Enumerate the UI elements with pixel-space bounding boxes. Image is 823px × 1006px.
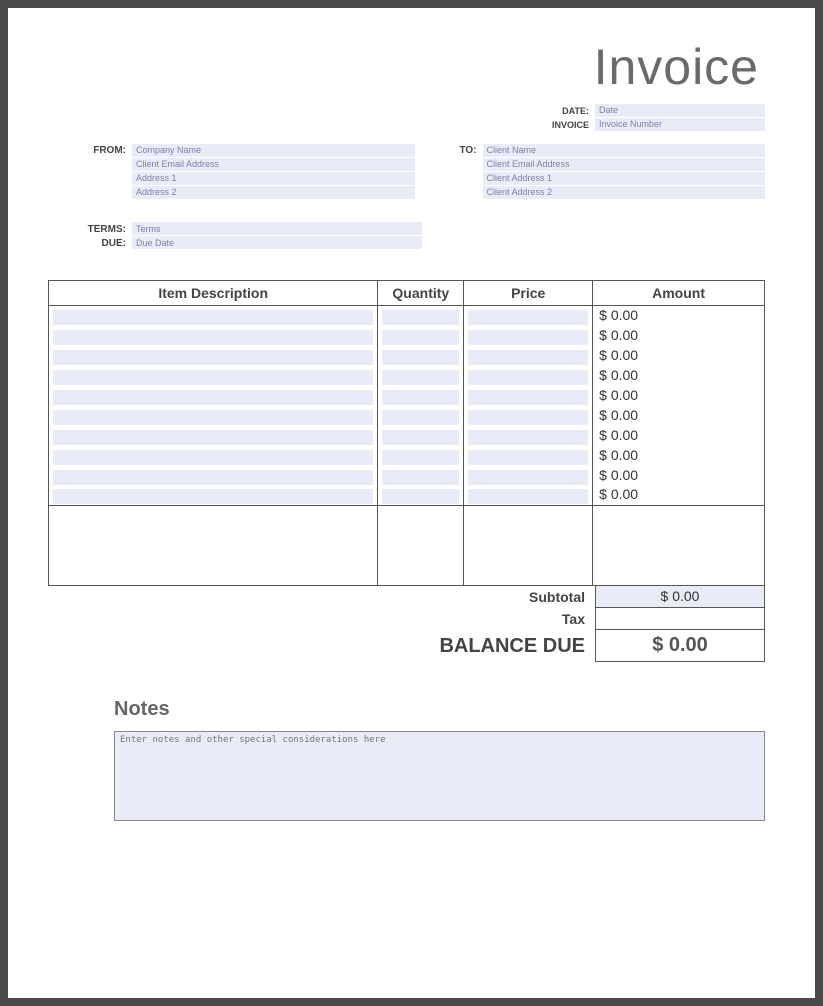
due-label: DUE: — [84, 238, 132, 249]
desc-input[interactable] — [53, 430, 373, 445]
date-input[interactable] — [595, 104, 765, 117]
table-header-row: Item Description Quantity Price Amount — [49, 281, 765, 306]
table-row: $ 0.00 — [49, 486, 765, 506]
price-input[interactable] — [468, 330, 588, 345]
qty-input[interactable] — [382, 489, 459, 504]
invoice-number-input[interactable] — [595, 118, 765, 131]
table-row: $ 0.00 — [49, 406, 765, 426]
price-input[interactable] — [468, 489, 588, 504]
table-row: $ 0.00 — [49, 386, 765, 406]
amount-value: $ 0.00 — [597, 486, 638, 502]
notes-textarea[interactable] — [114, 731, 765, 821]
qty-input[interactable] — [382, 450, 459, 465]
to-name-input[interactable] — [483, 144, 766, 157]
amount-value: $ 0.00 — [597, 327, 638, 343]
table-row: $ 0.00 — [49, 366, 765, 386]
header-qty: Quantity — [378, 281, 464, 306]
price-input[interactable] — [468, 470, 588, 485]
to-column: TO: — [435, 144, 766, 200]
terms-section: TERMS: DUE: — [84, 222, 765, 250]
from-column: FROM: — [84, 144, 415, 200]
qty-input[interactable] — [382, 390, 459, 405]
price-input[interactable] — [468, 450, 588, 465]
parties-section: FROM: TO: — [58, 144, 765, 200]
amount-value: $ 0.00 — [597, 387, 638, 403]
terms-label: TERMS: — [84, 224, 132, 235]
price-input[interactable] — [468, 390, 588, 405]
price-input[interactable] — [468, 430, 588, 445]
items-table: Item Description Quantity Price Amount $… — [48, 280, 765, 586]
desc-input[interactable] — [53, 370, 373, 385]
table-row: $ 0.00 — [49, 326, 765, 346]
desc-input[interactable] — [53, 470, 373, 485]
amount-value: $ 0.00 — [597, 467, 638, 483]
table-row: $ 0.00 — [49, 306, 765, 326]
tax-value[interactable] — [595, 608, 765, 630]
qty-input[interactable] — [382, 470, 459, 485]
invoice-page: Invoice DATE: INVOICE FROM: TO: — [8, 8, 815, 998]
price-input[interactable] — [468, 350, 588, 365]
price-input[interactable] — [468, 370, 588, 385]
totals-section: Subtotal $ 0.00 Tax BALANCE DUE $ 0.00 — [405, 586, 765, 662]
table-row: $ 0.00 — [49, 346, 765, 366]
from-email-input[interactable] — [132, 158, 415, 171]
amount-value: $ 0.00 — [597, 367, 638, 383]
price-input[interactable] — [468, 310, 588, 325]
from-company-input[interactable] — [132, 144, 415, 157]
subtotal-value: $ 0.00 — [595, 586, 765, 608]
to-addr1-input[interactable] — [483, 172, 766, 185]
desc-input[interactable] — [53, 410, 373, 425]
tax-input[interactable] — [596, 610, 764, 631]
amount-value: $ 0.00 — [597, 427, 638, 443]
from-label: FROM: — [84, 144, 132, 200]
amount-value: $ 0.00 — [597, 307, 638, 323]
header-desc: Item Description — [49, 281, 378, 306]
table-row: $ 0.00 — [49, 446, 765, 466]
from-addr2-input[interactable] — [132, 186, 415, 199]
desc-input[interactable] — [53, 450, 373, 465]
qty-input[interactable] — [382, 330, 459, 345]
from-addr1-input[interactable] — [132, 172, 415, 185]
tax-label: Tax — [405, 611, 595, 627]
table-row: $ 0.00 — [49, 466, 765, 486]
invoice-meta: DATE: INVOICE — [58, 104, 765, 132]
qty-input[interactable] — [382, 410, 459, 425]
desc-input[interactable] — [53, 390, 373, 405]
balance-value: $ 0.00 — [595, 630, 765, 662]
date-label: DATE: — [525, 106, 595, 116]
qty-input[interactable] — [382, 310, 459, 325]
amount-value: $ 0.00 — [597, 407, 638, 423]
subtotal-label: Subtotal — [405, 589, 595, 605]
table-row — [49, 506, 765, 546]
to-email-input[interactable] — [483, 158, 766, 171]
to-addr2-input[interactable] — [483, 186, 766, 199]
invoice-number-label: INVOICE — [525, 120, 595, 130]
desc-input[interactable] — [53, 330, 373, 345]
due-input[interactable] — [132, 236, 422, 249]
to-label: TO: — [435, 144, 483, 200]
notes-heading: Notes — [114, 698, 765, 721]
qty-input[interactable] — [382, 350, 459, 365]
balance-label: BALANCE DUE — [405, 635, 595, 658]
desc-input[interactable] — [53, 350, 373, 365]
price-input[interactable] — [468, 410, 588, 425]
terms-input[interactable] — [132, 222, 422, 235]
table-row — [49, 546, 765, 586]
table-row: $ 0.00 — [49, 426, 765, 446]
desc-input[interactable] — [53, 489, 373, 504]
amount-value: $ 0.00 — [597, 447, 638, 463]
qty-input[interactable] — [382, 370, 459, 385]
header-price: Price — [464, 281, 593, 306]
desc-input[interactable] — [53, 310, 373, 325]
invoice-title: Invoice — [58, 38, 759, 96]
amount-value: $ 0.00 — [597, 347, 638, 363]
qty-input[interactable] — [382, 430, 459, 445]
header-amount: Amount — [593, 281, 765, 306]
